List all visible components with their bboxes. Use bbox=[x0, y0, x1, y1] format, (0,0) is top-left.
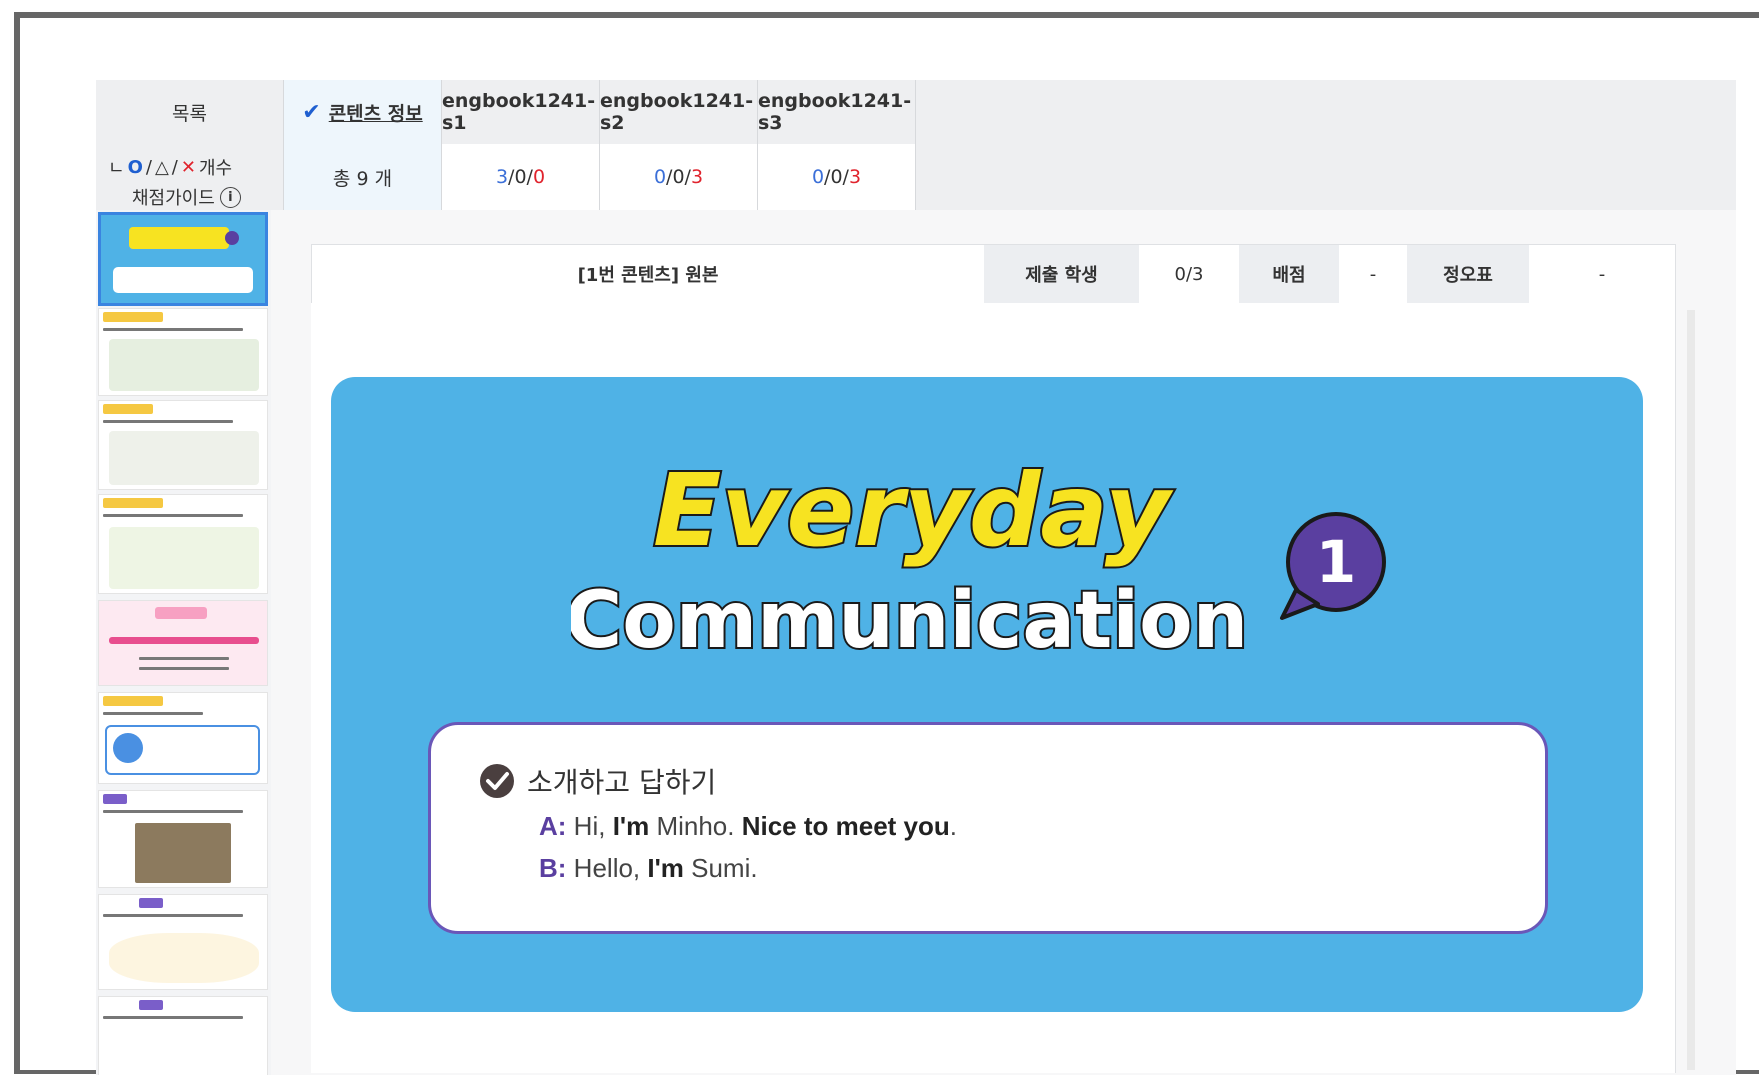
badge-number: 1 bbox=[1316, 528, 1356, 596]
answer-table-label: 정오표 bbox=[1407, 245, 1529, 303]
slide-title-line1: Everyday bbox=[653, 452, 1174, 569]
submit-value-text: 0/3 bbox=[1174, 263, 1204, 285]
tab-label: engbook1241-s3 bbox=[758, 90, 912, 134]
list-label: 목록 bbox=[172, 102, 207, 125]
content-preview: Everyday Communication 1 소개하고 답하기 A: Hi,… bbox=[311, 303, 1676, 1073]
content-thumbnail-list[interactable] bbox=[96, 210, 272, 1075]
submit-label-text: 제출 학생 bbox=[1025, 265, 1098, 286]
score-partial: 0 bbox=[830, 166, 843, 188]
dialogue-line-b: B: Hello, I'm Sumi. bbox=[539, 853, 758, 884]
window-frame: 목록 ✔ 콘텐츠 정보 engbook1241-s1 engbook1241-s… bbox=[14, 12, 1759, 1075]
dialogue-box: 소개하고 답하기 A: Hi, I'm Minho. Nice to meet … bbox=[428, 722, 1548, 934]
slide-title-line2: Communication bbox=[571, 576, 1248, 666]
info-icon[interactable]: i bbox=[219, 186, 241, 208]
score-partial: 0 bbox=[672, 166, 685, 188]
dialogue-title: 소개하고 답하기 bbox=[479, 761, 716, 801]
answer-table-label-text: 정오표 bbox=[1443, 265, 1493, 286]
score-value: - bbox=[1339, 245, 1407, 303]
submit-value: 0/3 bbox=[1139, 245, 1239, 303]
slide-card: Everyday Communication 1 소개하고 답하기 A: Hi,… bbox=[331, 377, 1643, 1012]
line-bold: I'm bbox=[612, 811, 650, 841]
slide-title: Everyday Communication bbox=[571, 450, 1250, 668]
score-wrong: 0 bbox=[532, 166, 546, 188]
tab-label: engbook1241-s2 bbox=[600, 90, 754, 134]
content-viewer: [1번 콘텐츠] 원본 제출 학생 0/3 배점 - 정오표 - Everyda… bbox=[271, 210, 1736, 1075]
x-icon: ✕ bbox=[180, 156, 196, 178]
score-s2: 0/0/3 bbox=[600, 144, 758, 210]
score-correct: 0 bbox=[653, 166, 667, 188]
list-header: 목록 bbox=[96, 80, 284, 144]
grading-panel: 목록 ✔ 콘텐츠 정보 engbook1241-s1 engbook1241-s… bbox=[96, 80, 1736, 1075]
content-title-label: [1번 콘텐츠] 원본 bbox=[577, 265, 719, 286]
preview-scrollbar[interactable] bbox=[1687, 310, 1695, 1070]
total-count: 총 9 개 bbox=[284, 144, 442, 210]
score-wrong: 3 bbox=[690, 166, 704, 188]
score-wrong: 3 bbox=[848, 166, 862, 188]
score-correct: 3 bbox=[495, 166, 509, 188]
check-circle-icon bbox=[480, 764, 514, 798]
dialogue-title-text: 소개하고 답하기 bbox=[527, 766, 717, 799]
grading-guide-label: 채점가이드 bbox=[132, 188, 215, 209]
tab-student-s1[interactable]: engbook1241-s1 bbox=[442, 80, 600, 144]
score-s1: 3/0/0 bbox=[442, 144, 600, 210]
thumbnail-item[interactable] bbox=[98, 692, 268, 784]
thumbnail-item[interactable] bbox=[98, 212, 268, 306]
tab-label: 콘텐츠 정보 bbox=[328, 102, 423, 125]
score-partial: 0 bbox=[514, 166, 527, 188]
guide-prefix: ㄴ bbox=[108, 158, 125, 179]
circle-icon: O bbox=[127, 156, 143, 178]
speaker-label: B bbox=[539, 853, 558, 883]
tab-student-s2[interactable]: engbook1241-s2 bbox=[600, 80, 758, 144]
content-title: [1번 콘텐츠] 원본 bbox=[312, 245, 984, 303]
thumbnail-item[interactable] bbox=[98, 996, 268, 1075]
line-bold: Nice to meet you bbox=[741, 811, 950, 841]
content-info-bar: [1번 콘텐츠] 원본 제출 학생 0/3 배점 - 정오표 - bbox=[311, 244, 1676, 304]
speech-bubble-icon: 1 bbox=[1280, 512, 1386, 620]
triangle-icon: △ bbox=[154, 156, 169, 178]
grading-guide-legend: ㄴ O / △ / ✕ 개수 채점가이드 i bbox=[96, 144, 284, 210]
score-s3: 0/0/3 bbox=[758, 144, 916, 210]
line-text: Hello, bbox=[566, 853, 648, 883]
line-bold: I'm bbox=[647, 853, 684, 883]
dialogue-line-a: A: Hi, I'm Minho. Nice to meet you. bbox=[539, 811, 957, 842]
line-text: Hi, bbox=[566, 811, 613, 841]
line-text: Sumi. bbox=[683, 853, 758, 883]
tab-student-s3[interactable]: engbook1241-s3 bbox=[758, 80, 916, 144]
line-text: Minho. bbox=[649, 811, 742, 841]
score-label-text: 배점 bbox=[1272, 265, 1306, 286]
summary-row: ㄴ O / △ / ✕ 개수 채점가이드 i 총 9 개 3/0/0 0 / 0… bbox=[96, 144, 1736, 211]
thumbnail-item[interactable] bbox=[98, 600, 268, 686]
thumbnail-item[interactable] bbox=[98, 400, 268, 490]
thumbnail-item[interactable] bbox=[98, 494, 268, 594]
tab-label: engbook1241-s1 bbox=[442, 90, 596, 134]
thumbnail-item[interactable] bbox=[98, 308, 268, 396]
answer-table-value: - bbox=[1529, 245, 1675, 303]
guide-count-label: 개수 bbox=[198, 158, 233, 179]
submit-label: 제출 학생 bbox=[984, 245, 1139, 303]
answer-table-value-text: - bbox=[1598, 263, 1606, 285]
check-icon: ✔ bbox=[302, 99, 321, 125]
thumbnail-item[interactable] bbox=[98, 790, 268, 888]
tab-content-info[interactable]: ✔ 콘텐츠 정보 bbox=[284, 80, 442, 144]
thumbnail-item[interactable] bbox=[98, 894, 268, 990]
line-text: . bbox=[949, 811, 958, 841]
total-count-label: 총 9 개 bbox=[332, 167, 393, 190]
guide-slash: / bbox=[145, 156, 152, 178]
speaker-label: A bbox=[539, 811, 558, 841]
score-value-text: - bbox=[1369, 263, 1377, 285]
grading-guide-link[interactable]: 채점가이드 i bbox=[108, 184, 283, 210]
guide-slash: / bbox=[171, 156, 178, 178]
header-row: 목록 ✔ 콘텐츠 정보 engbook1241-s1 engbook1241-s… bbox=[96, 80, 1736, 145]
score-correct: 0 bbox=[811, 166, 825, 188]
score-label: 배점 bbox=[1239, 245, 1339, 303]
